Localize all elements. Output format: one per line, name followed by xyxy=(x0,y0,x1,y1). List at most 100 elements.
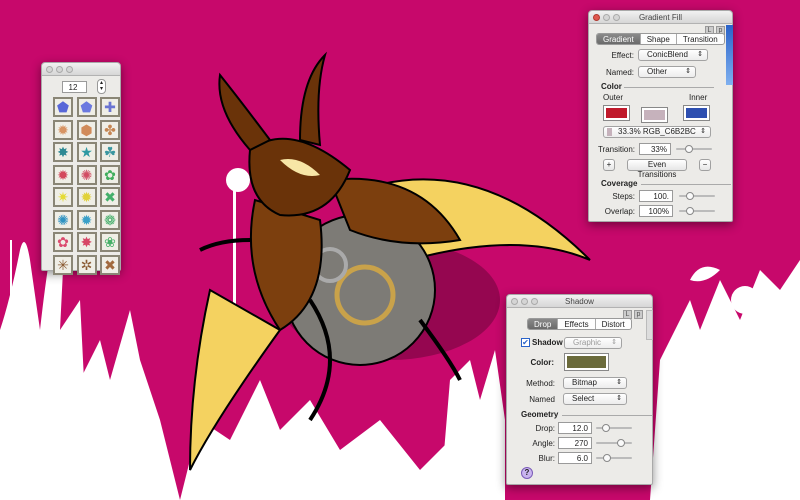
x-star-icon: ✖ xyxy=(104,189,116,205)
preview-button[interactable]: p xyxy=(634,310,643,319)
slider-knob[interactable] xyxy=(686,192,694,200)
shape-button[interactable]: ☘ xyxy=(100,142,120,162)
coverage-section-heading: Coverage xyxy=(601,179,733,188)
tab-gradient[interactable]: Gradient xyxy=(597,34,641,44)
shape-button[interactable]: ✺ xyxy=(76,164,97,185)
shape-button[interactable]: ✺ xyxy=(53,209,73,230)
gradient-title: Gradient Fill xyxy=(638,13,683,22)
method-select[interactable]: Bitmap xyxy=(563,377,627,389)
outer-color-well[interactable] xyxy=(603,105,630,121)
shape-button[interactable]: ✿ xyxy=(53,232,73,252)
slider-knob[interactable] xyxy=(601,424,610,432)
transition-slider[interactable] xyxy=(676,145,712,153)
drop-slider[interactable] xyxy=(596,424,632,432)
tab-transition[interactable]: Transition xyxy=(677,34,724,44)
shape-button[interactable]: ✤ xyxy=(100,119,120,140)
inner-label: Inner xyxy=(689,93,708,102)
even-transitions-button[interactable]: Even Transitions xyxy=(627,159,687,179)
transition-field[interactable]: 33% xyxy=(639,143,671,155)
triskelion-icon: ✤ xyxy=(104,121,116,138)
point-count-field[interactable]: 12 xyxy=(62,81,87,93)
steps-field[interactable]: 100. xyxy=(639,190,673,202)
zoom-button[interactable] xyxy=(66,66,73,73)
flower-icon: ✿ xyxy=(104,166,116,183)
shape-button[interactable]: ✹ xyxy=(76,187,97,207)
zoom-button[interactable] xyxy=(613,14,620,21)
shadow-color-well[interactable] xyxy=(564,353,609,371)
blur-field[interactable]: 6.0 xyxy=(558,452,592,464)
help-button[interactable]: ? xyxy=(521,467,533,479)
gradient-titlebar[interactable]: Gradient Fill xyxy=(589,11,732,24)
panel-scrollbar[interactable] xyxy=(726,25,733,85)
shape-button[interactable]: ✸ xyxy=(53,142,73,162)
slider-knob[interactable] xyxy=(603,454,611,462)
steps-slider[interactable] xyxy=(679,192,715,200)
shape-button[interactable]: ✷ xyxy=(53,187,73,207)
shape-button[interactable]: ✹ xyxy=(53,164,73,185)
gradient-fill-panel: Gradient Fill L p Gradient Shape Transit… xyxy=(588,10,733,222)
shadow-checkbox[interactable]: ✔ xyxy=(521,338,530,347)
shadow-titlebar[interactable]: Shadow xyxy=(507,295,652,308)
sun-icon: ✹ xyxy=(80,189,93,205)
shape-button[interactable]: ✳ xyxy=(53,254,73,275)
tab-distort[interactable]: Distort xyxy=(596,319,631,329)
close-button[interactable] xyxy=(511,298,518,305)
effect-select[interactable]: ConicBlend xyxy=(638,49,708,61)
yellow-star-icon: ✷ xyxy=(57,189,69,205)
shape-button[interactable]: ❁ xyxy=(100,209,120,230)
overlap-slider[interactable] xyxy=(679,207,715,215)
shape-button[interactable]: ★ xyxy=(76,142,97,162)
pink-flower-icon: ✿ xyxy=(57,234,69,250)
shape-button[interactable]: ❀ xyxy=(100,232,120,252)
shape-button[interactable]: ✿ xyxy=(100,164,120,185)
sparkle-icon: ✳ xyxy=(57,256,69,273)
color-stop-select[interactable]: 33.3% RGB_C6B2BC xyxy=(603,126,711,138)
shape-button[interactable]: ✖ xyxy=(100,254,120,275)
tab-shape[interactable]: Shape xyxy=(641,34,677,44)
overlap-label: Overlap: xyxy=(604,207,635,216)
named-select[interactable]: Select xyxy=(563,393,627,405)
close-button[interactable] xyxy=(593,14,600,21)
star-icon: ★ xyxy=(80,144,93,160)
add-stop-button[interactable]: + xyxy=(603,159,615,171)
shape-button[interactable]: ⬢ xyxy=(76,119,97,140)
tab-drop[interactable]: Drop xyxy=(528,319,559,329)
tab-effects[interactable]: Effects xyxy=(558,319,596,329)
shape-palette-titlebar[interactable] xyxy=(42,63,120,76)
shape-button[interactable]: ⬟ xyxy=(53,97,73,117)
shape-button[interactable]: ✖ xyxy=(100,187,120,207)
minimize-button[interactable] xyxy=(603,14,610,21)
shape-button[interactable]: ✸ xyxy=(76,232,97,252)
shape-button[interactable]: ⬟ xyxy=(76,97,97,117)
overlap-field[interactable]: 100% xyxy=(639,205,673,217)
angle-slider[interactable] xyxy=(596,439,632,447)
slider-knob[interactable] xyxy=(617,439,625,447)
minimize-button[interactable] xyxy=(521,298,528,305)
spiky-star-icon: ✸ xyxy=(57,144,69,160)
zoom-button[interactable] xyxy=(531,298,538,305)
burst-icon: ✹ xyxy=(57,166,69,183)
trefoil-icon: ☘ xyxy=(103,144,117,160)
blur-slider[interactable] xyxy=(596,454,632,462)
gear-icon: ✹ xyxy=(80,211,93,228)
color-stop-value: 33.3% RGB_C6B2BC xyxy=(618,127,696,136)
shape-button[interactable]: ✹ xyxy=(53,119,73,140)
point-count-stepper[interactable]: ▴ ▾ xyxy=(97,79,106,94)
remove-stop-button[interactable]: − xyxy=(699,159,711,171)
close-button[interactable] xyxy=(46,66,53,73)
shape-button[interactable]: ✹ xyxy=(76,209,97,230)
drop-field[interactable]: 12.0 xyxy=(558,422,592,434)
angle-field[interactable]: 270 xyxy=(558,437,592,449)
slider-knob[interactable] xyxy=(686,207,694,215)
panel-scrollbar[interactable] xyxy=(646,310,653,340)
minimize-button[interactable] xyxy=(56,66,63,73)
slider-knob[interactable] xyxy=(685,145,694,153)
inner-color-well[interactable] xyxy=(683,105,710,121)
shape-button[interactable]: ✲ xyxy=(76,254,97,275)
shadow-type-select[interactable]: Graphic xyxy=(564,337,622,349)
green-flower-icon: ❀ xyxy=(104,234,116,250)
shape-button[interactable]: ✚ xyxy=(100,97,120,117)
named-select[interactable]: Other xyxy=(638,66,696,78)
pink-star-icon: ✸ xyxy=(80,234,93,250)
mid-color-well[interactable] xyxy=(641,107,668,123)
